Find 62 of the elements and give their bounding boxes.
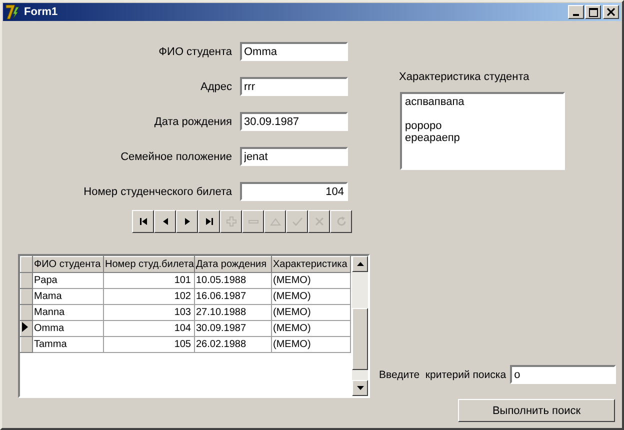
table-cell: Mama bbox=[32, 288, 104, 304]
navigator-button[interactable] bbox=[132, 210, 154, 233]
close-button[interactable] bbox=[603, 5, 619, 19]
header-corner bbox=[20, 256, 32, 272]
input-field[interactable]: Omma bbox=[240, 42, 348, 61]
refresh-icon bbox=[336, 216, 346, 227]
checkmark-icon bbox=[292, 216, 302, 227]
table-cell: 27.10.1988 bbox=[194, 304, 272, 320]
window-title: Form1 bbox=[24, 6, 59, 18]
column-header[interactable]: Характеристика bbox=[272, 256, 350, 272]
table-cell: (MEMO) bbox=[272, 288, 350, 304]
first-record-icon bbox=[138, 216, 148, 227]
maximize-button[interactable] bbox=[585, 5, 601, 19]
input-field[interactable]: rrr bbox=[240, 77, 348, 96]
table-cell: (MEMO) bbox=[272, 304, 350, 320]
field-label: Номер студенческого билета bbox=[84, 186, 232, 198]
app-icon bbox=[5, 4, 21, 20]
navigator-button[interactable] bbox=[176, 210, 198, 233]
search-label: Введите критерий поиска bbox=[379, 368, 506, 380]
minimize-button[interactable] bbox=[568, 5, 584, 19]
table-cell: 105 bbox=[104, 336, 194, 352]
row-indicator[interactable] bbox=[20, 320, 32, 336]
table-cell: (MEMO) bbox=[272, 336, 350, 352]
table-cell: Tamma bbox=[32, 336, 104, 352]
table-cell: (MEMO) bbox=[272, 320, 350, 336]
input-field[interactable]: 30.09.1987 bbox=[240, 112, 348, 131]
table-cell: Papa bbox=[32, 272, 104, 288]
memo-field[interactable]: аспвапвапа ророро ереараепр bbox=[400, 92, 565, 170]
table-cell: 101 bbox=[104, 272, 194, 288]
navigator-button[interactable] bbox=[154, 210, 176, 233]
last-record-icon bbox=[204, 216, 214, 227]
column-header[interactable]: Дата рождения bbox=[194, 256, 272, 272]
input-field[interactable]: jenat bbox=[240, 147, 348, 166]
navigator-button[interactable] bbox=[198, 210, 220, 233]
maximize-icon bbox=[588, 8, 598, 16]
table-cell: 103 bbox=[104, 304, 194, 320]
field-label: Дата рождения bbox=[154, 116, 232, 128]
field-label: Семейное положение bbox=[120, 150, 232, 162]
table-cell: Omma bbox=[32, 320, 104, 336]
table-cell: (MEMO) bbox=[272, 272, 350, 288]
table-cell: 30.09.1987 bbox=[194, 320, 272, 336]
table-cell: 16.06.1987 bbox=[194, 288, 272, 304]
cross-icon bbox=[314, 216, 324, 227]
search-button[interactable]: Выполнить поиск bbox=[458, 399, 615, 422]
current-row-icon bbox=[22, 322, 28, 332]
plus-icon bbox=[226, 216, 236, 227]
table-cell: 10.05.1988 bbox=[194, 272, 272, 288]
table-cell: Manna bbox=[32, 304, 104, 320]
up-arrow-icon bbox=[356, 262, 364, 266]
table-cell: 102 bbox=[104, 288, 194, 304]
input-field[interactable]: 104 bbox=[240, 182, 348, 201]
memo-label: Характеристика студента bbox=[399, 71, 530, 83]
scrollbar[interactable] bbox=[352, 256, 368, 396]
down-arrow-icon bbox=[356, 386, 364, 390]
table-cell: 26.02.1988 bbox=[194, 336, 272, 352]
table-cell: 104 bbox=[104, 320, 194, 336]
field-label: Адрес bbox=[200, 80, 232, 92]
triangle-icon bbox=[270, 216, 280, 227]
search-field[interactable]: o bbox=[510, 365, 616, 384]
field-label: ФИО студента bbox=[158, 46, 232, 58]
close-icon bbox=[607, 8, 615, 16]
column-header[interactable]: ФИО студента bbox=[32, 256, 104, 272]
